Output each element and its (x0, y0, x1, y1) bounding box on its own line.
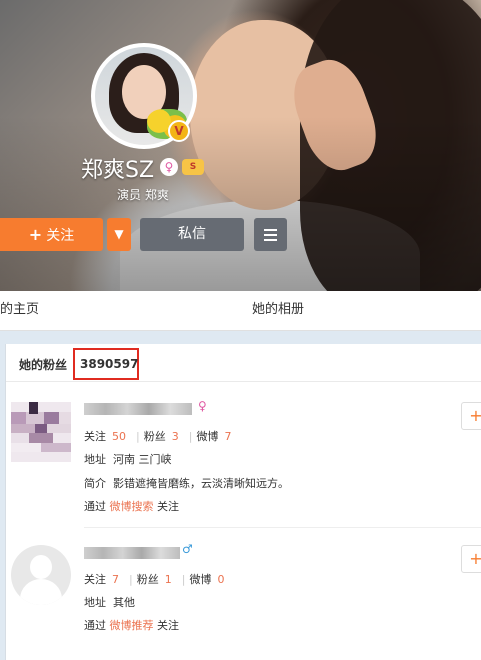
follow-label: 关注 (46, 228, 75, 244)
fans-count-highlight: 3890597 (73, 348, 139, 380)
fans-panel: 她的粉丝 3890597 ♀ 关注 50 | 粉丝 3 | 微博 7 地址 河南 三门峡 简介… (5, 344, 481, 660)
via-source-link[interactable]: 微博推荐 (110, 619, 154, 632)
fans-label: 她的粉丝 (19, 358, 68, 372)
profile-subtitle: 演员 郑爽 (117, 188, 169, 202)
fan-avatar[interactable] (11, 402, 71, 462)
fan-bio: 简介 影错遮掩皆磨练，云淡清晰知远方。 (84, 477, 289, 490)
fans-count-item[interactable]: 1 (165, 573, 172, 586)
divider (84, 527, 481, 528)
fan-stats: 关注 7 | 粉丝 1 | 微博 0 (84, 573, 225, 586)
fan-via: 通过 微博搜索 关注 (84, 500, 179, 513)
female-icon: ♀ (160, 158, 178, 176)
member-level-icon: S (182, 159, 204, 175)
add-follow-button[interactable]: + (461, 545, 481, 573)
follow-dropdown-button[interactable]: ▼ (107, 218, 131, 251)
fans-panel-header: 她的粉丝 3890597 (6, 344, 481, 382)
fans-count-item[interactable]: 3 (172, 430, 179, 443)
more-menu-button[interactable] (254, 218, 287, 251)
message-button[interactable]: 私信 (140, 218, 244, 251)
fan-via: 通过 微博推荐 关注 (84, 619, 179, 632)
fan-stats: 关注 50 | 粉丝 3 | 微博 7 (84, 430, 232, 443)
weibo-count[interactable]: 0 (217, 573, 224, 586)
weibo-count[interactable]: 7 (224, 430, 231, 443)
male-icon: ♂ (182, 542, 193, 556)
follow-button[interactable]: + 关注 (0, 218, 103, 251)
add-follow-button[interactable]: + (461, 402, 481, 430)
fan-name-blurred[interactable] (84, 547, 180, 559)
plus-icon: + (28, 225, 43, 244)
tab-home[interactable]: 的主页 (0, 291, 39, 329)
fan-avatar-default[interactable] (11, 545, 71, 605)
chevron-down-icon: ▼ (114, 227, 124, 241)
follow-count[interactable]: 7 (112, 573, 119, 586)
fans-count: 3890597 (80, 357, 139, 371)
female-icon: ♀ (198, 399, 207, 413)
verified-badge-icon: V (168, 120, 190, 142)
fan-location: 地址 河南 三门峡 (84, 453, 172, 466)
tab-album[interactable]: 她的相册 (252, 291, 304, 329)
fan-location: 地址 其他 (84, 596, 135, 609)
profile-name: 郑爽SZ (81, 158, 155, 183)
fan-name-blurred[interactable] (84, 403, 192, 415)
profile-nav: 的主页 她的相册 (0, 291, 481, 331)
via-source-link[interactable]: 微博搜索 (110, 500, 154, 513)
follow-count[interactable]: 50 (112, 430, 126, 443)
